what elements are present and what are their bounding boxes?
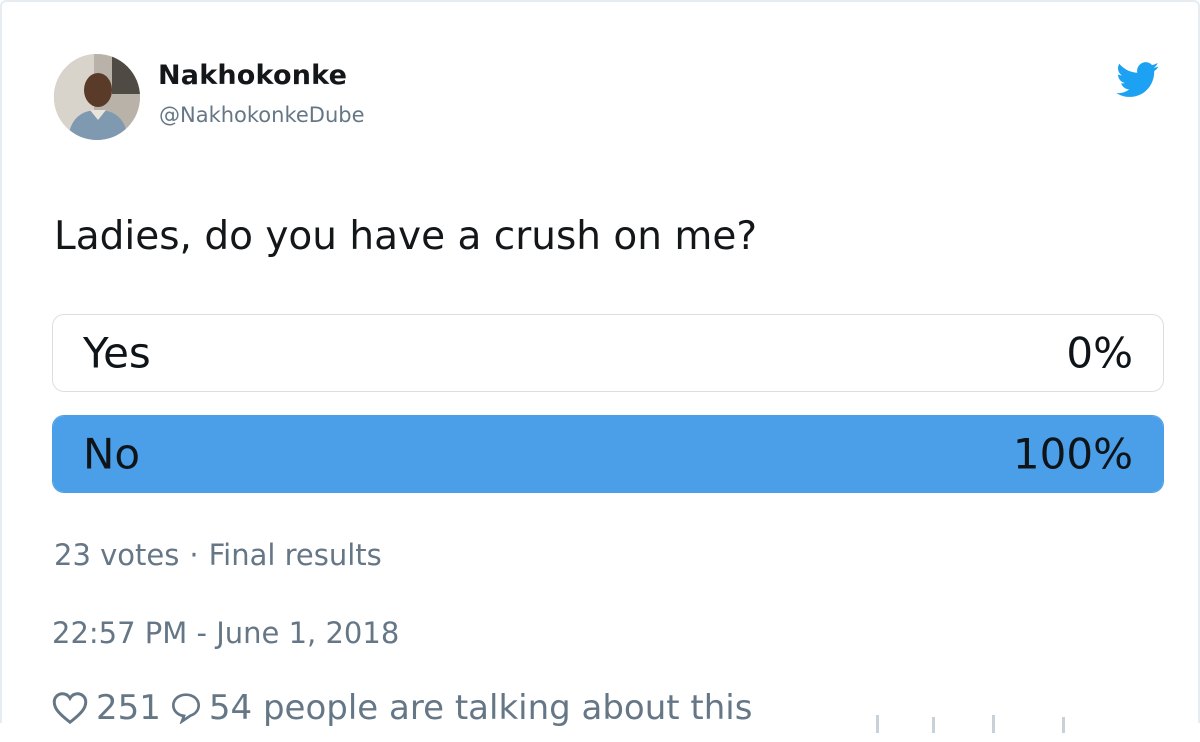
comment-bubble-icon-shape xyxy=(171,693,200,724)
poll-option-label: No xyxy=(83,429,141,479)
cropped-text-marks xyxy=(876,715,1065,733)
like-count[interactable]: 251 xyxy=(96,688,161,728)
poll-option-no: No 100% xyxy=(52,415,1164,493)
poll-meta: 23 votes · Final results xyxy=(54,538,382,572)
heart-icon-shape xyxy=(52,692,88,725)
poll-status: Final results xyxy=(208,538,382,572)
poll-meta-separator: · xyxy=(189,538,199,572)
profile-photo xyxy=(54,54,140,140)
comment-bubble-icon[interactable] xyxy=(171,692,201,724)
heart-icon[interactable] xyxy=(52,691,88,725)
engagement-bar: 251 54 people are talking about this xyxy=(52,688,752,728)
user-handle[interactable]: @NakhokonkeDube xyxy=(159,103,365,127)
user-display-name[interactable]: Nakhokonke xyxy=(158,60,347,91)
poll-option-percent: 100% xyxy=(1012,429,1133,479)
tweet-text: Ladies, do you have a crush on me? xyxy=(54,214,758,259)
tweet-timestamp[interactable]: 22:57 PM - June 1, 2018 xyxy=(52,616,399,650)
tweet-card: Nakhokonke @NakhokonkeDube Ladies, do yo… xyxy=(0,0,1200,733)
poll-vote-count: 23 votes xyxy=(54,538,180,572)
poll-option-yes: Yes 0% xyxy=(52,314,1164,392)
twitter-bird-icon-shape xyxy=(1116,62,1159,97)
poll-option-percent: 0% xyxy=(1066,328,1133,378)
poll-option-label: Yes xyxy=(83,328,151,378)
avatar[interactable] xyxy=(54,54,140,140)
poll-fill-no xyxy=(53,416,1163,492)
talking-about-link[interactable]: 54 people are talking about this xyxy=(209,688,753,728)
cropped-text-fragment xyxy=(872,702,1092,742)
twitter-bird-icon[interactable] xyxy=(1116,62,1160,98)
